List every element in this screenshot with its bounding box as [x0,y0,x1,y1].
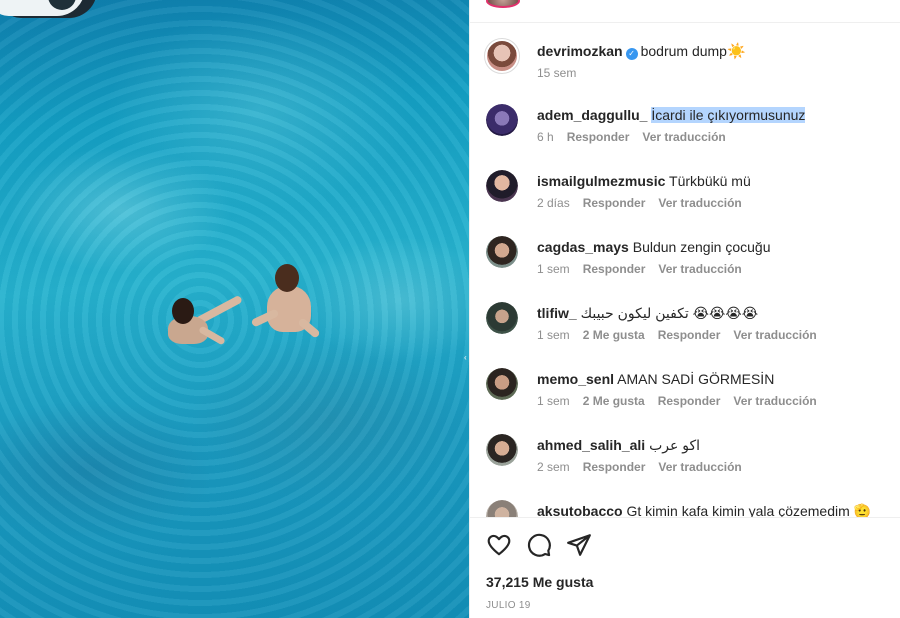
post-photo[interactable]: ‹ [0,0,469,618]
comment-row: tlifiw_ تكفين ليكون حبيبك 😭😭😭😭 1 sem 2 Me… [486,302,896,362]
comment-text: اكو عرب [649,437,700,453]
comment-text: AMAN SADİ GÖRMESİN [617,371,775,387]
caption-emoji: ☀️ [726,43,746,60]
comment-age: 1 sem [537,394,570,408]
comment-age: 6 h [537,130,554,144]
post-footer: 37,215 Me gusta JULIO 19 [470,517,900,618]
header-avatar[interactable] [486,0,520,8]
comment-row: memo_senl AMAN SADİ GÖRMESİN 1 sem 2 Me g… [486,368,896,428]
translate-button[interactable]: Ver traducción [658,460,741,474]
comment-username[interactable]: tlifiw_ [537,305,577,321]
avatar[interactable] [484,38,520,74]
post-date[interactable]: JULIO 19 [486,600,531,611]
comments-panel: devrimozkan ✓ bodrum dump☀️ 15 sem adem_da… [469,0,900,618]
translate-button[interactable]: Ver traducción [733,328,816,342]
comment-row: adem_daggullu_ İcardi ile çıkıyormusunuz… [486,104,896,164]
caption-text: bodrum dump [640,43,727,59]
swimmer-man [245,262,330,354]
translate-button[interactable]: Ver traducción [642,130,725,144]
translate-button[interactable]: Ver traducción [733,394,816,408]
comments-list[interactable]: devrimozkan ✓ bodrum dump☀️ 15 sem adem_da… [470,23,900,517]
avatar[interactable] [486,368,518,400]
avatar[interactable] [486,302,518,334]
caption-row: devrimozkan ✓ bodrum dump☀️ 15 sem [484,38,896,100]
avatar[interactable] [486,434,518,466]
translate-button[interactable]: Ver traducción [658,196,741,210]
comment-username[interactable]: ismailgulmezmusic [537,173,665,189]
heart-icon[interactable] [486,532,512,558]
comment-age: 2 sem [537,460,570,474]
verified-icon: ✓ [625,48,638,60]
comment-row: ahmed_salih_ali اكو عرب 2 sem Responder Ve… [486,434,896,494]
comment-username[interactable]: cagdas_mays [537,239,629,255]
comment-text: Buldun zengin çocuğu [632,239,771,255]
avatar[interactable] [486,104,518,136]
comment-age: 2 días [537,196,570,210]
comment-text: Gt kimin kafa kimin yala çözemedim 🫡 [626,503,872,517]
reply-button[interactable]: Responder [658,394,721,408]
likes-count[interactable]: 37,215 Me gusta [486,574,593,590]
owner-username[interactable]: devrimozkan [537,43,623,59]
comment-username[interactable]: ahmed_salih_ali [537,437,645,453]
avatar[interactable] [486,500,518,517]
translate-button[interactable]: Ver traducción [658,262,741,276]
avatar[interactable] [486,170,518,202]
reply-button[interactable]: Responder [583,196,646,210]
comment-text: Türkbükü mü [669,173,751,189]
reply-button[interactable]: Responder [658,328,721,342]
comment-username[interactable]: adem_daggullu_ [537,107,647,123]
share-icon[interactable] [566,532,592,558]
comment-row: cagdas_mays Buldun zengin çocuğu 1 sem Re… [486,236,896,296]
comment-likes[interactable]: 2 Me gusta [583,328,645,342]
swimmer-woman [150,292,250,364]
comment-age: 1 sem [537,262,570,276]
avatar[interactable] [486,236,518,268]
reply-button[interactable]: Responder [583,460,646,474]
reply-button[interactable]: Responder [567,130,630,144]
comment-username[interactable]: aksutobacco [537,503,623,517]
comment-username[interactable]: memo_senl [537,371,614,387]
comment-row: aksutobacco Gt kimin kafa kimin yala çöz… [486,500,896,517]
comment-age: 1 sem [537,328,570,342]
comment-row: ismailgulmezmusic Türkbükü mü 2 días Resp… [486,170,896,230]
reply-button[interactable]: Responder [583,262,646,276]
comment-text: İcardi ile çıkıyormusunuz [651,107,806,123]
comment-likes[interactable]: 2 Me gusta [583,394,645,408]
comment-icon[interactable] [526,532,552,558]
comment-text: تكفين ليكون حبيبك 😭😭😭😭 [580,305,759,321]
caption-age: 15 sem [537,66,577,80]
